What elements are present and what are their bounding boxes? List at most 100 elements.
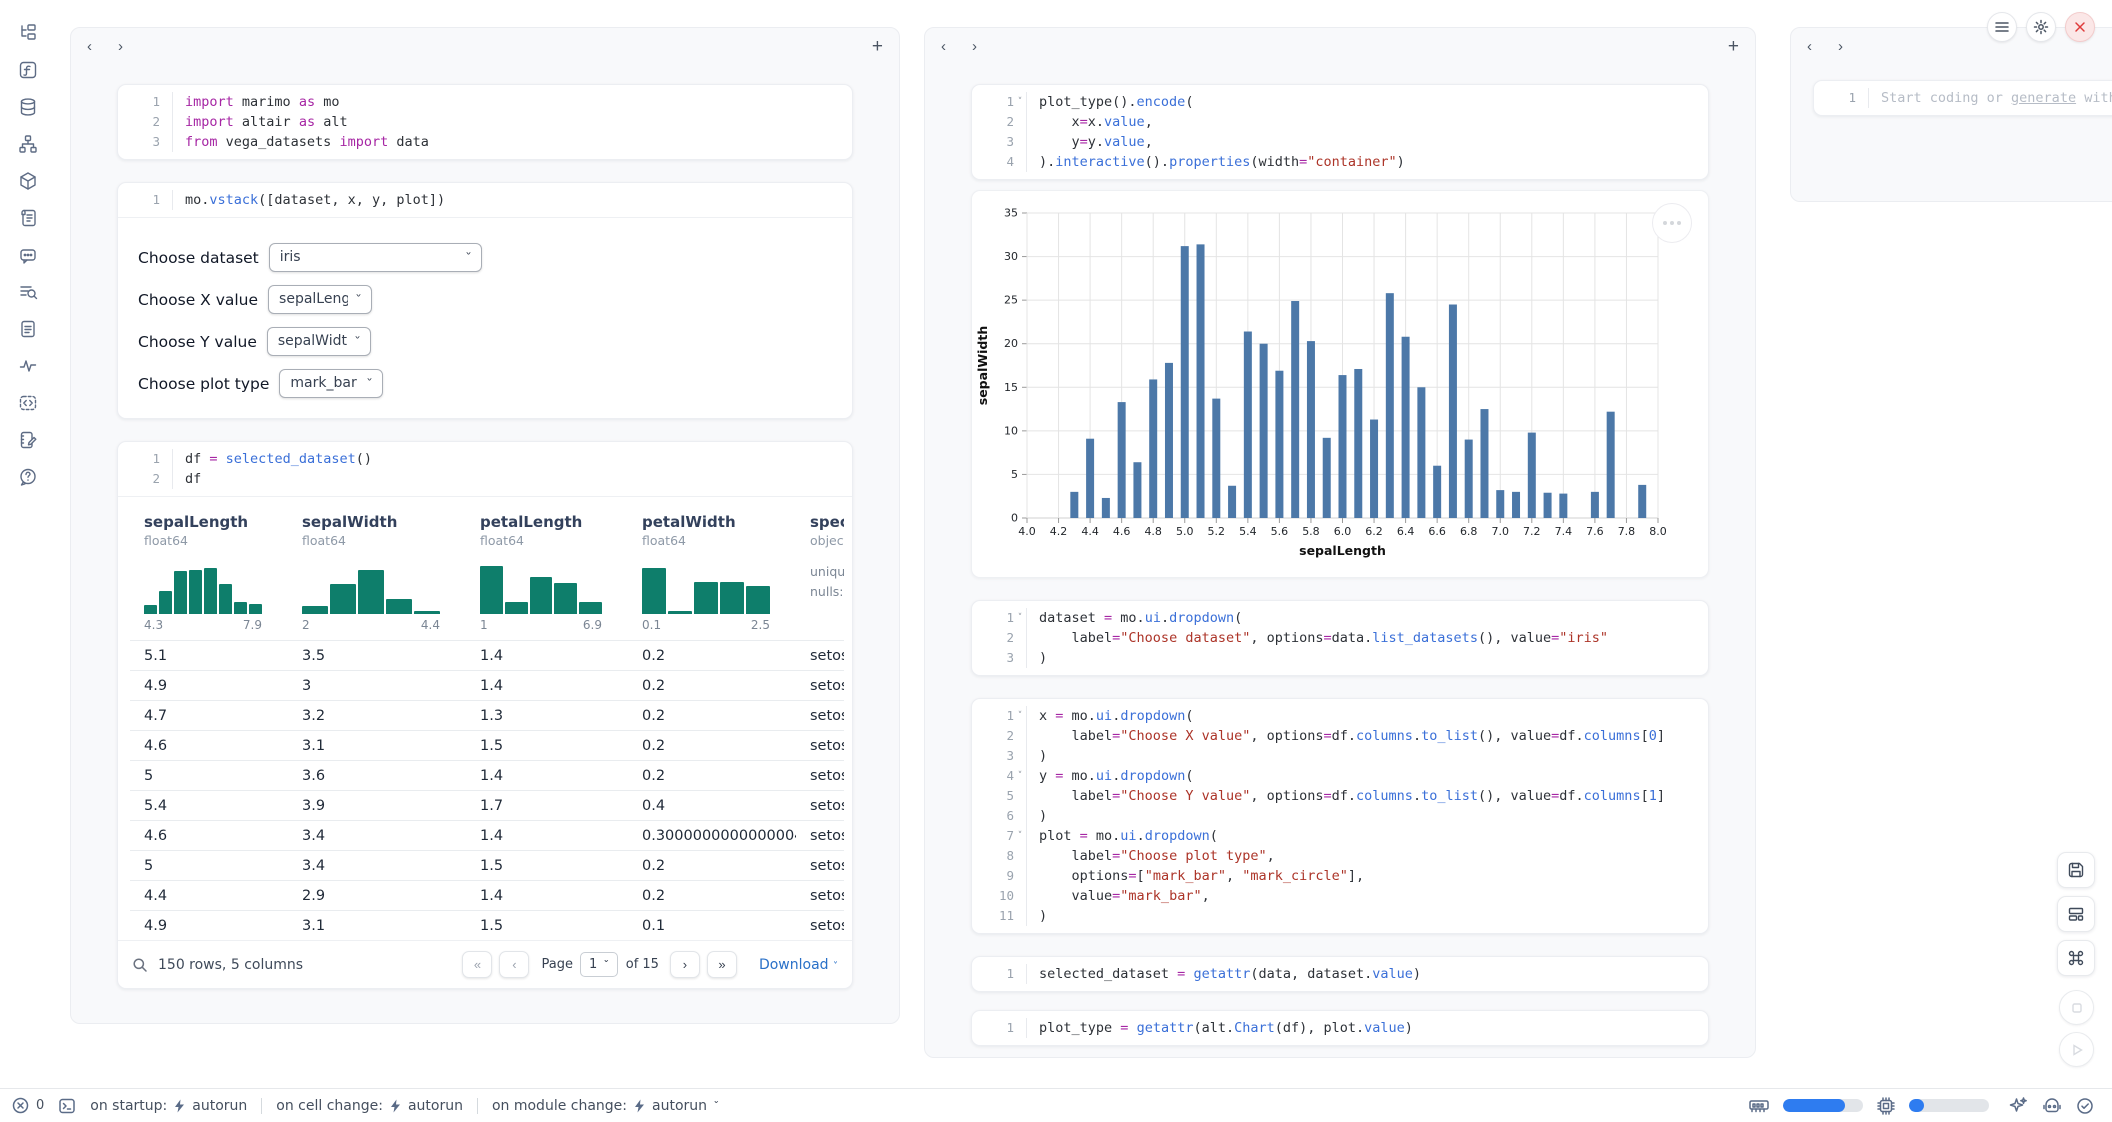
settings-button[interactable] — [2026, 12, 2056, 42]
assistant-button[interactable] — [2042, 1097, 2062, 1115]
functions-icon[interactable] — [13, 55, 43, 84]
code-line[interactable]: 6) — [982, 806, 1698, 826]
column-next-icon[interactable]: › — [118, 38, 123, 55]
run-button[interactable] — [2059, 1032, 2094, 1067]
code-line[interactable]: 1plot_type = getattr(alt.Chart(df), plot… — [982, 1018, 1698, 1038]
tracing-icon[interactable] — [13, 351, 43, 380]
code-line[interactable]: 1selected_dataset = getattr(data, datase… — [982, 964, 1698, 984]
x-select[interactable]: sepalLength˅ — [268, 285, 372, 314]
download-button[interactable]: Download ˅ — [759, 957, 838, 973]
code-line[interactable]: 3) — [982, 648, 1698, 668]
plot-type-select[interactable]: mark_bar˅ — [279, 369, 383, 398]
save-button[interactable] — [2057, 852, 2095, 888]
layout-button[interactable] — [2057, 896, 2095, 932]
outline-search-icon[interactable] — [13, 277, 43, 306]
code-line[interactable]: 2 label="Choose X value", options=df.col… — [982, 726, 1698, 746]
on-cell-change-setting[interactable]: on cell change: autorun — [276, 1098, 463, 1114]
code-line[interactable]: 8 label="Choose plot type", — [982, 846, 1698, 866]
cell-xy-plot-dropdowns[interactable]: 1˅x = mo.ui.dropdown(2 label="Choose X v… — [971, 698, 1709, 934]
code-line[interactable]: 1˅dataset = mo.ui.dropdown( — [982, 608, 1698, 628]
table-column-header[interactable]: sepalWidthfloat6424.4 — [288, 505, 466, 640]
cell-dataframe[interactable]: 1df = selected_dataset()2df sepalLengthf… — [117, 441, 853, 989]
table-row[interactable]: 53.61.40.2setosa — [130, 761, 844, 791]
cell-new-empty[interactable]: 1Start coding or generate with AI — [1813, 80, 2112, 116]
shutdown-button[interactable] — [2065, 12, 2095, 42]
code-line[interactable]: 4˅y = mo.ui.dropdown( — [982, 766, 1698, 786]
column-prev-icon[interactable]: ‹ — [1807, 38, 1812, 55]
first-page-icon[interactable]: « — [462, 951, 492, 978]
page-select[interactable]: 1˅ — [580, 952, 618, 977]
code-block-icon[interactable] — [13, 388, 43, 417]
file-tree-icon[interactable] — [13, 18, 43, 47]
next-page-icon[interactable]: › — [670, 951, 700, 978]
connection-status-button[interactable] — [2076, 1097, 2094, 1115]
code-line[interactable]: 4).interactive().properties(width="conta… — [982, 152, 1698, 172]
code-line[interactable]: 1df = selected_dataset() — [128, 449, 842, 469]
code-line[interactable]: 2import altair as alt — [128, 112, 842, 132]
output-actions-icon[interactable] — [1652, 203, 1692, 243]
table-column-header[interactable]: petalLengthfloat6416.9 — [466, 505, 628, 640]
help-icon[interactable] — [13, 462, 43, 491]
cell-vstack[interactable]: 1mo.vstack([dataset, x, y, plot]) Choose… — [117, 182, 853, 419]
cell-imports[interactable]: 1import marimo as mo2import altair as al… — [117, 84, 853, 160]
table-column-header[interactable]: speciesobjectunique:nulls: — [796, 505, 844, 640]
terminal-button[interactable] — [58, 1097, 76, 1115]
table-row[interactable]: 53.41.50.2setosa — [130, 851, 844, 881]
ai-features-button[interactable] — [2009, 1096, 2028, 1115]
table-row[interactable]: 4.931.40.2setosa — [130, 671, 844, 701]
table-row[interactable]: 4.93.11.50.1setosa — [130, 911, 844, 940]
code-line[interactable]: 11) — [982, 906, 1698, 926]
table-column-header[interactable]: sepalLengthfloat644.37.9 — [130, 505, 288, 640]
code-line[interactable]: 9 options=["mark_bar", "mark_circle"], — [982, 866, 1698, 886]
code-line[interactable]: 7˅plot = mo.ui.dropdown( — [982, 826, 1698, 846]
table-row[interactable]: 4.63.11.50.2setosa — [130, 731, 844, 761]
code-line[interactable]: 3from vega_datasets import data — [128, 132, 842, 152]
on-module-change-setting[interactable]: on module change: autorun ˅ — [492, 1098, 719, 1114]
code-line[interactable]: 3) — [982, 746, 1698, 766]
code-line[interactable]: 1mo.vstack([dataset, x, y, plot]) — [128, 190, 842, 210]
column-next-icon[interactable]: › — [1838, 38, 1843, 55]
column-prev-icon[interactable]: ‹ — [941, 38, 946, 55]
code-line[interactable]: 2df — [128, 469, 842, 489]
stop-button[interactable] — [2059, 990, 2094, 1025]
command-palette-button[interactable] — [2057, 940, 2095, 976]
search-icon[interactable] — [132, 957, 148, 973]
table-column-header[interactable]: petalWidthfloat640.12.5 — [628, 505, 796, 640]
prev-page-icon[interactable]: ‹ — [499, 951, 529, 978]
y-select[interactable]: sepalWidth˅ — [267, 327, 371, 356]
code-line[interactable]: 2 x=x.value, — [982, 112, 1698, 132]
ai-chat-icon[interactable] — [13, 240, 43, 269]
table-row[interactable]: 5.13.51.40.2setosa — [130, 641, 844, 671]
code-line[interactable]: 10 value="mark_bar", — [982, 886, 1698, 906]
on-startup-setting[interactable]: on startup: autorun — [90, 1098, 247, 1114]
cell-selected-dataset[interactable]: 1selected_dataset = getattr(data, datase… — [971, 956, 1709, 992]
dataset-select[interactable]: iris˅ — [269, 243, 482, 272]
code-line[interactable]: 5 label="Choose Y value", options=df.col… — [982, 786, 1698, 806]
table-row[interactable]: 5.43.91.70.4setosa — [130, 791, 844, 821]
code-line[interactable]: 1˅x = mo.ui.dropdown( — [982, 706, 1698, 726]
menu-button[interactable] — [1987, 12, 2017, 42]
cell-dataset-dropdown[interactable]: 1˅dataset = mo.ui.dropdown(2 label="Choo… — [971, 600, 1709, 676]
table-row[interactable]: 4.42.91.40.2setosa — [130, 881, 844, 911]
database-icon[interactable] — [13, 92, 43, 121]
column-next-icon[interactable]: › — [972, 38, 977, 55]
altair-chart[interactable]: 051015202530354.04.24.44.64.85.05.25.45.… — [972, 191, 1718, 577]
cell-plot-type[interactable]: 1plot_type = getattr(alt.Chart(df), plot… — [971, 1010, 1709, 1046]
errors-indicator[interactable]: 0 — [12, 1097, 44, 1114]
last-page-icon[interactable]: » — [707, 951, 737, 978]
snippets-icon[interactable] — [13, 314, 43, 343]
cell-plot-encode[interactable]: 1˅plot_type().encode(2 x=x.value,3 y=y.v… — [971, 84, 1709, 180]
dependency-graph-icon[interactable] — [13, 129, 43, 158]
packages-icon[interactable] — [13, 166, 43, 195]
code-line[interactable]: 2 label="Choose dataset", options=data.l… — [982, 628, 1698, 648]
logs-icon[interactable] — [13, 203, 43, 232]
scratchpad-icon[interactable] — [13, 425, 43, 454]
add-cell-icon[interactable]: + — [872, 37, 883, 56]
code-line[interactable]: 1Start coding or generate with AI — [1824, 88, 2112, 108]
code-line[interactable]: 3 y=y.value, — [982, 132, 1698, 152]
column-prev-icon[interactable]: ‹ — [87, 38, 92, 55]
table-row[interactable]: 4.63.41.40.3000000000000004setosa — [130, 821, 844, 851]
add-cell-icon[interactable]: + — [1728, 37, 1739, 56]
code-line[interactable]: 1˅plot_type().encode( — [982, 92, 1698, 112]
code-line[interactable]: 1import marimo as mo — [128, 92, 842, 112]
